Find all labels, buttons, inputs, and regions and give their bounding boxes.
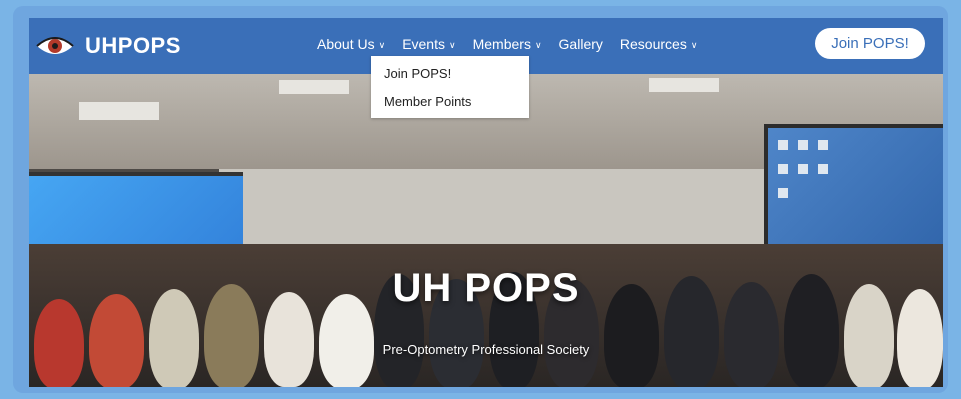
brand[interactable]: UHPOPS	[35, 30, 181, 62]
desktop-icon	[798, 164, 808, 174]
nav-gallery[interactable]: Gallery	[559, 36, 603, 52]
join-pops-button[interactable]: Join POPS!	[815, 28, 925, 59]
hero-title: UH POPS	[392, 266, 580, 310]
desktop-icon	[778, 164, 788, 174]
members-dropdown-menu: Join POPS! Member Points	[371, 56, 529, 118]
ceiling-light	[79, 102, 159, 120]
chevron-down-icon: ∨	[378, 39, 386, 50]
dropdown-item-join-pops[interactable]: Join POPS!	[384, 66, 451, 81]
chevron-down-icon: ∨	[534, 39, 542, 50]
dropdown-item-member-points[interactable]: Member Points	[384, 94, 471, 109]
nav-events[interactable]: Events ∨	[402, 36, 455, 52]
desktop-icon	[818, 140, 828, 150]
desktop-icon	[778, 188, 788, 198]
desktop-icon	[798, 140, 808, 150]
nav-label: Members	[472, 36, 531, 52]
nav-label: Events	[402, 36, 445, 52]
chevron-down-icon: ∨	[690, 39, 698, 50]
nav-label: Resources	[619, 36, 687, 52]
eye-icon	[36, 37, 74, 54]
nav-resources[interactable]: Resources ∨	[620, 36, 698, 52]
hero-banner: UH POPS Pre-Optometry Professional Socie…	[29, 74, 943, 387]
main-nav: About Us ∨ Events ∨ Members ∨ Gallery Re…	[317, 36, 714, 52]
nav-label: About Us	[317, 36, 375, 52]
nav-about-us[interactable]: About Us ∨	[317, 36, 385, 52]
ceiling-light	[649, 78, 719, 92]
brand-name: UHPOPS	[85, 33, 181, 58]
ceiling-light	[279, 80, 349, 94]
desktop-icon	[818, 164, 828, 174]
desktop-icon	[778, 140, 788, 150]
hero-subtitle: Pre-Optometry Professional Society	[382, 342, 590, 357]
chevron-down-icon: ∨	[449, 39, 456, 50]
nav-label: Gallery	[558, 36, 603, 52]
nav-members[interactable]: Members ∨	[473, 36, 542, 52]
